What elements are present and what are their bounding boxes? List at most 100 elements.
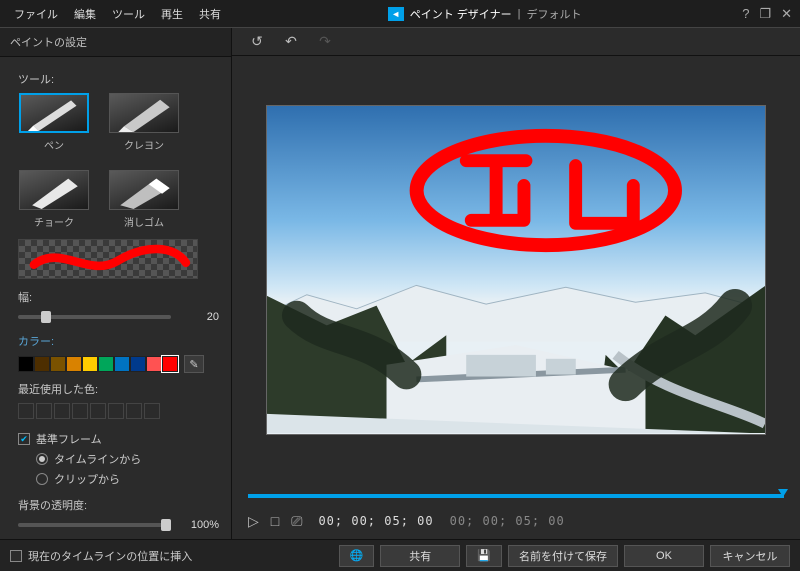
tools-label: ツール: — [18, 71, 219, 87]
profile-name: デフォルト — [526, 6, 581, 22]
menu-edit[interactable]: 編集 — [68, 4, 102, 24]
tool-pen[interactable]: ペン — [18, 93, 90, 152]
main-toolbar: ↺ ↶ ↷ — [232, 28, 800, 56]
color-swatch[interactable] — [98, 356, 114, 372]
tool-chalk-label: チョーク — [34, 214, 74, 229]
ref-frame-label: 基準フレーム — [36, 431, 102, 447]
menu-file[interactable]: ファイル — [8, 4, 64, 24]
sidebar-header: ペイントの設定 — [0, 28, 231, 57]
play-button[interactable]: ▷ — [248, 513, 259, 530]
recent-color-slot[interactable] — [144, 403, 160, 419]
snapshot-button[interactable]: ⎚ — [291, 513, 302, 530]
width-slider[interactable] — [18, 315, 171, 319]
ref-frame-radio-timeline-label: タイムラインから — [54, 451, 141, 467]
insert-at-timeline-checkbox[interactable]: 現在のタイムラインの位置に挿入 — [10, 548, 192, 564]
bg-opacity-slider-row: 100% — [18, 519, 219, 531]
save-icon: 💾 — [477, 549, 491, 562]
user-paint-layer — [267, 106, 765, 434]
width-value: 20 — [179, 311, 219, 323]
save-as-button[interactable]: 名前を付けて保存 — [508, 545, 618, 567]
save-icon-button[interactable]: 💾 — [466, 545, 502, 567]
tool-crayon-label: クレヨン — [124, 137, 164, 152]
menu-share[interactable]: 共有 — [193, 4, 227, 24]
close-button[interactable]: ✕ — [781, 6, 792, 22]
app-logo-icon: ◄ — [388, 7, 404, 21]
ok-button-label: OK — [656, 550, 672, 562]
window-controls: ? ❐ ✕ — [742, 6, 792, 22]
tool-chalk[interactable]: チョーク — [18, 170, 90, 229]
recent-color-slot[interactable] — [54, 403, 70, 419]
color-swatch[interactable] — [50, 356, 66, 372]
timecode-duration: 00; 00; 05; 00 — [450, 514, 565, 528]
bg-opacity-value: 100% — [179, 519, 219, 531]
body: ペイントの設定 ツール: ペン クレヨン チョーク — [0, 28, 800, 539]
paint-canvas[interactable] — [266, 105, 766, 435]
undo-button[interactable]: ↶ — [280, 32, 302, 52]
redo-button[interactable]: ↷ — [314, 32, 336, 52]
undock-button[interactable]: ❐ — [759, 6, 771, 22]
stop-button[interactable]: □ — [271, 513, 279, 529]
titlebar: ファイル 編集 ツール 再生 共有 ◄ ペイント デザイナー | デフォルト ?… — [0, 0, 800, 28]
ref-frame-radio-timeline[interactable]: タイムラインから — [36, 451, 219, 467]
help-button[interactable]: ? — [742, 6, 749, 22]
canvas-stage — [232, 56, 800, 483]
title-separator: | — [518, 8, 521, 20]
menu-tool[interactable]: ツール — [106, 4, 151, 24]
bg-opacity-label: 背景の透明度: — [18, 497, 219, 513]
color-swatch[interactable] — [130, 356, 146, 372]
recent-colors — [18, 403, 219, 419]
color-swatch[interactable] — [82, 356, 98, 372]
color-swatch[interactable] — [114, 356, 130, 372]
color-swatch[interactable] — [18, 356, 34, 372]
sidebar-body: ツール: ペン クレヨン チョーク — [0, 57, 231, 539]
tool-eraser-label: 消しゴム — [124, 214, 164, 229]
color-picker-button[interactable]: ✎ — [184, 355, 204, 373]
share-button[interactable]: 共有 — [380, 545, 460, 567]
color-swatch[interactable] — [66, 356, 82, 372]
tool-crayon[interactable]: クレヨン — [108, 93, 180, 152]
recent-colors-label: 最近使用した色: — [18, 381, 219, 397]
footer: 現在のタイムラインの位置に挿入 🌐 共有 💾 名前を付けて保存 OK キャンセル — [0, 539, 800, 571]
recent-color-slot[interactable] — [90, 403, 106, 419]
color-label: カラー: — [18, 333, 219, 349]
tool-pen-label: ペン — [44, 137, 64, 152]
recent-color-slot[interactable] — [126, 403, 142, 419]
recent-color-slot[interactable] — [72, 403, 88, 419]
timeline-playhead-icon[interactable] — [778, 489, 788, 497]
main-panel: ↺ ↶ ↷ — [232, 28, 800, 539]
color-palette: ✎ — [18, 355, 219, 373]
transport-bar: ▷ □ ⎚ 00; 00; 05; 00 00; 00; 05; 00 — [232, 509, 800, 539]
color-swatch[interactable] — [146, 356, 162, 372]
app-window: ファイル 編集 ツール 再生 共有 ◄ ペイント デザイナー | デフォルト ?… — [0, 0, 800, 571]
ref-frame-radio-clip-label: クリップから — [54, 471, 120, 487]
insert-at-timeline-label: 現在のタイムラインの位置に挿入 — [28, 548, 192, 564]
app-name: ペイント デザイナー — [410, 6, 512, 22]
sidebar: ペイントの設定 ツール: ペン クレヨン チョーク — [0, 28, 232, 539]
window-title: ◄ ペイント デザイナー | デフォルト — [227, 6, 742, 22]
bg-opacity-slider[interactable] — [18, 523, 171, 527]
tool-eraser[interactable]: 消しゴム — [108, 170, 180, 229]
color-swatch[interactable] — [162, 356, 178, 372]
ok-button[interactable]: OK — [624, 545, 704, 567]
width-label: 幅: — [18, 289, 219, 305]
recent-color-slot[interactable] — [18, 403, 34, 419]
width-slider-row: 20 — [18, 311, 219, 323]
timecode-current: 00; 00; 05; 00 — [318, 514, 433, 528]
timeline[interactable] — [232, 483, 800, 509]
cancel-button-label: キャンセル — [723, 548, 778, 564]
brush-preview — [18, 239, 198, 279]
ref-frame-checkbox[interactable]: ✔ 基準フレーム — [18, 431, 219, 447]
tool-grid: ペン クレヨン チョーク 消しゴム — [18, 93, 219, 229]
ref-frame-radio-clip[interactable]: クリップから — [36, 471, 219, 487]
menu-play[interactable]: 再生 — [155, 4, 189, 24]
globe-icon: 🌐 — [350, 549, 364, 562]
share-icon-button[interactable]: 🌐 — [339, 545, 375, 567]
recent-color-slot[interactable] — [36, 403, 52, 419]
reset-button[interactable]: ↺ — [246, 32, 268, 52]
share-button-label: 共有 — [409, 548, 431, 564]
save-as-button-label: 名前を付けて保存 — [519, 548, 607, 564]
color-swatch[interactable] — [34, 356, 50, 372]
recent-color-slot[interactable] — [108, 403, 124, 419]
main-menu: ファイル 編集 ツール 再生 共有 — [8, 4, 227, 24]
cancel-button[interactable]: キャンセル — [710, 545, 790, 567]
